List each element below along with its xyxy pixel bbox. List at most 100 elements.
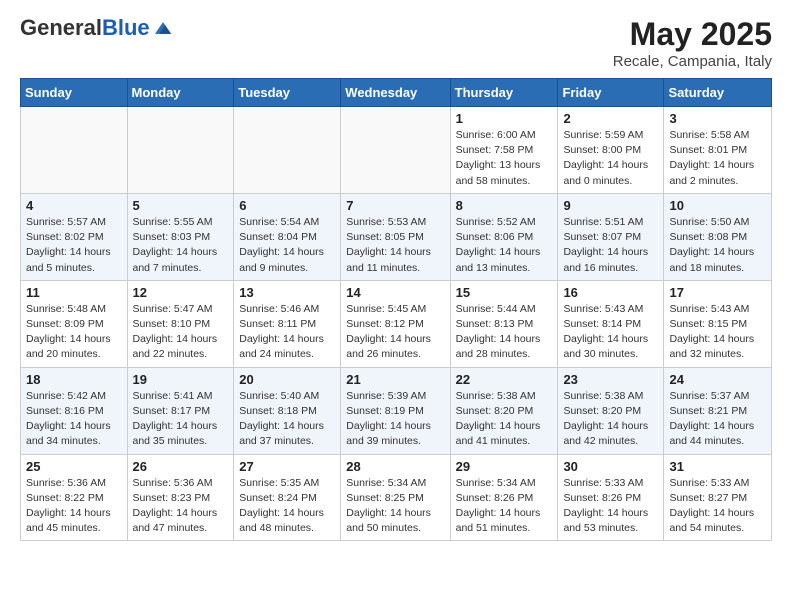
day-info: Sunrise: 5:55 AMSunset: 8:03 PMDaylight:… [133, 215, 229, 276]
page: GeneralBlue May 2025 Recale, Campania, I… [0, 0, 792, 557]
calendar-week-2: 4Sunrise: 5:57 AMSunset: 8:02 PMDaylight… [21, 193, 772, 280]
calendar-cell: 5 Sunrise: 5:55 AMSunset: 8:03 PMDaylight… [127, 193, 234, 280]
day-info: Sunrise: 5:38 AMSunset: 8:20 PMDaylight:… [563, 389, 658, 450]
calendar-cell: 14 Sunrise: 5:45 AMSunset: 8:12 PMDayligh… [341, 280, 450, 367]
calendar-cell: 4Sunrise: 5:57 AMSunset: 8:02 PMDaylight… [21, 193, 128, 280]
day-info: Sunrise: 5:38 AMSunset: 8:20 PMDaylight:… [456, 389, 553, 450]
day-info: Sunrise: 5:44 AMSunset: 8:13 PMDaylight:… [456, 302, 553, 363]
calendar-week-3: 11 Sunrise: 5:48 AMSunset: 8:09 PMDayligh… [21, 280, 772, 367]
day-info: Sunrise: 6:00 AMSunset: 7:58 PMDaylight:… [456, 128, 553, 189]
calendar-cell: 2Sunrise: 5:59 AMSunset: 8:00 PMDaylight… [558, 107, 664, 194]
calendar-cell: 21 Sunrise: 5:39 AMSunset: 8:19 PMDayligh… [341, 367, 450, 454]
calendar-week-4: 18 Sunrise: 5:42 AMSunset: 8:16 PMDayligh… [21, 367, 772, 454]
day-number: 21 [346, 372, 444, 387]
day-number: 28 [346, 459, 444, 474]
day-info: Sunrise: 5:43 AMSunset: 8:14 PMDaylight:… [563, 302, 658, 363]
day-number: 18 [26, 372, 122, 387]
day-number: 27 [239, 459, 335, 474]
day-info: Sunrise: 5:36 AMSunset: 8:22 PMDaylight:… [26, 476, 122, 537]
day-info: Sunrise: 5:43 AMSunset: 8:15 PMDaylight:… [669, 302, 766, 363]
day-number: 30 [563, 459, 658, 474]
logo-icon [152, 17, 174, 39]
day-number: 16 [563, 285, 658, 300]
day-number: 7 [346, 198, 444, 213]
day-number: 10 [669, 198, 766, 213]
calendar-header-row: SundayMondayTuesdayWednesdayThursdayFrid… [21, 79, 772, 107]
day-info: Sunrise: 5:33 AMSunset: 8:26 PMDaylight:… [563, 476, 658, 537]
calendar-week-1: 1Sunrise: 6:00 AMSunset: 7:58 PMDaylight… [21, 107, 772, 194]
day-info: Sunrise: 5:58 AMSunset: 8:01 PMDaylight:… [669, 128, 766, 189]
calendar-table: SundayMondayTuesdayWednesdayThursdayFrid… [20, 78, 772, 541]
calendar-cell: 26Sunrise: 5:36 AMSunset: 8:23 PMDayligh… [127, 454, 234, 541]
subtitle: Recale, Campania, Italy [613, 53, 772, 70]
calendar-cell: 30 Sunrise: 5:33 AMSunset: 8:26 PMDayligh… [558, 454, 664, 541]
day-number: 12 [133, 285, 229, 300]
logo: GeneralBlue [20, 16, 174, 40]
day-number: 17 [669, 285, 766, 300]
day-number: 5 [133, 198, 229, 213]
calendar-week-5: 25 Sunrise: 5:36 AMSunset: 8:22 PMDayligh… [21, 454, 772, 541]
day-info: Sunrise: 5:47 AMSunset: 8:10 PMDaylight:… [133, 302, 229, 363]
calendar-cell: 28Sunrise: 5:34 AMSunset: 8:25 PMDayligh… [341, 454, 450, 541]
calendar-header-wednesday: Wednesday [341, 79, 450, 107]
logo-blue: Blue [102, 15, 150, 40]
day-info: Sunrise: 5:37 AMSunset: 8:21 PMDaylight:… [669, 389, 766, 450]
day-number: 22 [456, 372, 553, 387]
day-number: 20 [239, 372, 335, 387]
day-info: Sunrise: 5:33 AMSunset: 8:27 PMDaylight:… [669, 476, 766, 537]
day-number: 9 [563, 198, 658, 213]
calendar-cell [234, 107, 341, 194]
calendar-cell: 19 Sunrise: 5:41 AMSunset: 8:17 PMDayligh… [127, 367, 234, 454]
day-info: Sunrise: 5:36 AMSunset: 8:23 PMDaylight:… [133, 476, 229, 537]
calendar-cell: 7Sunrise: 5:53 AMSunset: 8:05 PMDaylight… [341, 193, 450, 280]
header: GeneralBlue May 2025 Recale, Campania, I… [20, 16, 772, 70]
day-info: Sunrise: 5:50 AMSunset: 8:08 PMDaylight:… [669, 215, 766, 276]
calendar-cell: 3 Sunrise: 5:58 AMSunset: 8:01 PMDaylight… [664, 107, 772, 194]
logo-general: General [20, 15, 102, 40]
day-info: Sunrise: 5:41 AMSunset: 8:17 PMDaylight:… [133, 389, 229, 450]
day-number: 29 [456, 459, 553, 474]
day-number: 8 [456, 198, 553, 213]
calendar-cell: 17 Sunrise: 5:43 AMSunset: 8:15 PMDayligh… [664, 280, 772, 367]
calendar-cell: 29 Sunrise: 5:34 AMSunset: 8:26 PMDayligh… [450, 454, 558, 541]
day-number: 6 [239, 198, 335, 213]
calendar-cell: 6 Sunrise: 5:54 AMSunset: 8:04 PMDaylight… [234, 193, 341, 280]
day-info: Sunrise: 5:54 AMSunset: 8:04 PMDaylight:… [239, 215, 335, 276]
title-block: May 2025 Recale, Campania, Italy [613, 16, 772, 70]
calendar-cell: 8 Sunrise: 5:52 AMSunset: 8:06 PMDaylight… [450, 193, 558, 280]
logo-text: GeneralBlue [20, 16, 150, 40]
day-info: Sunrise: 5:40 AMSunset: 8:18 PMDaylight:… [239, 389, 335, 450]
day-number: 13 [239, 285, 335, 300]
day-number: 3 [669, 111, 766, 126]
day-info: Sunrise: 5:52 AMSunset: 8:06 PMDaylight:… [456, 215, 553, 276]
day-info: Sunrise: 5:48 AMSunset: 8:09 PMDaylight:… [26, 302, 122, 363]
calendar-cell: 23Sunrise: 5:38 AMSunset: 8:20 PMDayligh… [558, 367, 664, 454]
calendar-cell [127, 107, 234, 194]
calendar-cell: 9Sunrise: 5:51 AMSunset: 8:07 PMDaylight… [558, 193, 664, 280]
calendar-cell: 16 Sunrise: 5:43 AMSunset: 8:14 PMDayligh… [558, 280, 664, 367]
calendar-cell: 1Sunrise: 6:00 AMSunset: 7:58 PMDaylight… [450, 107, 558, 194]
day-info: Sunrise: 5:46 AMSunset: 8:11 PMDaylight:… [239, 302, 335, 363]
calendar-cell: 22 Sunrise: 5:38 AMSunset: 8:20 PMDayligh… [450, 367, 558, 454]
calendar-header-monday: Monday [127, 79, 234, 107]
day-info: Sunrise: 5:42 AMSunset: 8:16 PMDaylight:… [26, 389, 122, 450]
calendar-cell: 11 Sunrise: 5:48 AMSunset: 8:09 PMDayligh… [21, 280, 128, 367]
day-number: 31 [669, 459, 766, 474]
calendar-cell: 18 Sunrise: 5:42 AMSunset: 8:16 PMDayligh… [21, 367, 128, 454]
calendar-cell: 24Sunrise: 5:37 AMSunset: 8:21 PMDayligh… [664, 367, 772, 454]
day-info: Sunrise: 5:57 AMSunset: 8:02 PMDaylight:… [26, 215, 122, 276]
day-info: Sunrise: 5:59 AMSunset: 8:00 PMDaylight:… [563, 128, 658, 189]
day-number: 25 [26, 459, 122, 474]
day-info: Sunrise: 5:45 AMSunset: 8:12 PMDaylight:… [346, 302, 444, 363]
calendar-cell: 12 Sunrise: 5:47 AMSunset: 8:10 PMDayligh… [127, 280, 234, 367]
calendar-header-saturday: Saturday [664, 79, 772, 107]
day-info: Sunrise: 5:39 AMSunset: 8:19 PMDaylight:… [346, 389, 444, 450]
day-info: Sunrise: 5:34 AMSunset: 8:26 PMDaylight:… [456, 476, 553, 537]
day-number: 11 [26, 285, 122, 300]
day-number: 14 [346, 285, 444, 300]
calendar-header-friday: Friday [558, 79, 664, 107]
day-number: 19 [133, 372, 229, 387]
calendar-cell: 13 Sunrise: 5:46 AMSunset: 8:11 PMDayligh… [234, 280, 341, 367]
calendar-cell: 20 Sunrise: 5:40 AMSunset: 8:18 PMDayligh… [234, 367, 341, 454]
calendar-cell: 31 Sunrise: 5:33 AMSunset: 8:27 PMDayligh… [664, 454, 772, 541]
